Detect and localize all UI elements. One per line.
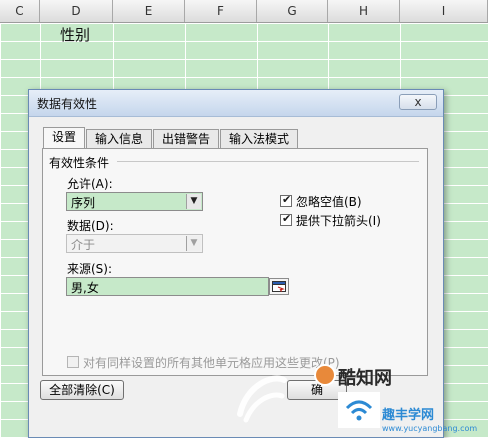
tab-bar: 设置 输入信息 出错警告 输入法模式 (43, 127, 299, 149)
tab-error-alert[interactable]: 出错警告 (153, 129, 220, 148)
settings-panel: 有效性条件 允许(A): 序列 ▼ 数据(D): 介于 ▼ 来源(S): 男,女 (42, 148, 428, 376)
column-header-h[interactable]: H (328, 0, 400, 22)
close-icon: x (414, 95, 422, 109)
cell-d1-text[interactable]: 性别 (60, 24, 90, 45)
apply-to-all-checkbox[interactable] (67, 356, 79, 368)
in-cell-dropdown-label: 提供下拉箭头(I) (296, 214, 381, 228)
watermark-logo-icon (237, 375, 287, 423)
watermark-brand-text: 酷知网 (338, 368, 392, 389)
allow-select[interactable]: 序列 ▼ (66, 192, 203, 211)
column-header-i[interactable]: I (400, 0, 488, 22)
ignore-blank-label: 忽略空值(B) (296, 195, 362, 209)
tab-ime-mode[interactable]: 输入法模式 (220, 129, 299, 148)
column-header-d[interactable]: D (40, 0, 113, 22)
checkmark-icon: ✔ (282, 193, 292, 206)
validation-criteria-label: 有效性条件 (49, 156, 110, 170)
source-label: 来源(S): (67, 262, 113, 276)
column-header-c[interactable]: C (0, 0, 40, 22)
wifi-icon (345, 400, 373, 421)
watermark-url: www.yucyangbang.com (382, 424, 478, 433)
allow-select-value: 序列 (71, 196, 96, 210)
column-header-row: C D E F G H I (0, 0, 488, 23)
data-label: 数据(D): (67, 219, 114, 233)
chevron-down-icon[interactable]: ▼ (186, 194, 201, 209)
allow-label: 允许(A): (67, 177, 113, 191)
data-select-value: 介于 (71, 238, 96, 252)
ignore-blank-checkbox[interactable]: ✔ (280, 193, 292, 207)
group-divider (117, 161, 419, 162)
column-header-g[interactable]: G (257, 0, 328, 22)
data-select[interactable]: 介于 ▼ (66, 234, 203, 253)
dialog-titlebar[interactable]: 数据有效性 x (29, 90, 443, 117)
chevron-down-icon[interactable]: ▼ (186, 236, 201, 251)
brand-circle-icon (314, 364, 336, 386)
range-select-button[interactable] (269, 278, 289, 295)
close-button[interactable]: x (399, 94, 437, 110)
in-cell-dropdown-checkbox[interactable]: ✔ (280, 212, 292, 226)
tab-settings[interactable]: 设置 (43, 127, 86, 148)
range-select-icon (272, 281, 286, 292)
clear-all-button[interactable]: 全部清除(C) (40, 380, 124, 400)
tab-input-message[interactable]: 输入信息 (86, 129, 153, 148)
watermark: 酷知网 趣丰学网 www.yucyangbang.com (232, 362, 488, 438)
dialog-title: 数据有效性 (37, 97, 98, 111)
checkmark-icon: ✔ (282, 212, 292, 225)
watermark-sub-text: 趣丰学网 (382, 408, 435, 423)
column-header-e[interactable]: E (113, 0, 185, 22)
source-input-value: 男,女 (71, 281, 99, 295)
source-input[interactable]: 男,女 (66, 277, 269, 296)
column-header-f[interactable]: F (185, 0, 257, 22)
